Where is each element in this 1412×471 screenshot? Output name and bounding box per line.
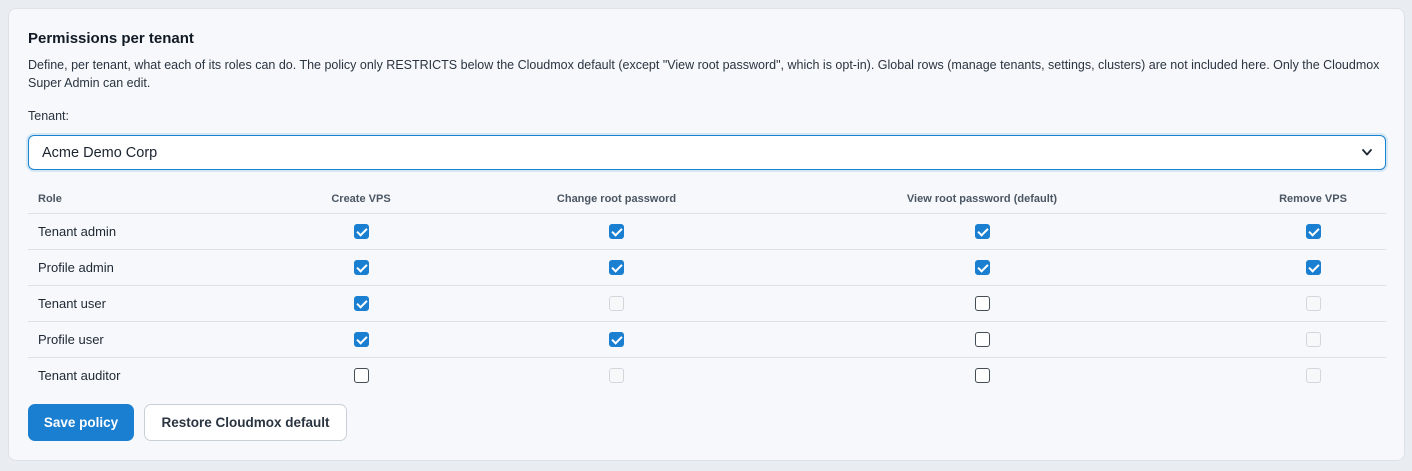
tenant-label: Tenant: — [28, 109, 70, 123]
create-vps-checkbox[interactable] — [353, 260, 369, 276]
change-root-password-checkbox[interactable] — [609, 332, 624, 348]
role-name: Tenant admin — [28, 213, 213, 250]
permissions-card: Permissions per tenant Define, per tenan… — [8, 8, 1405, 461]
table-row: Profile user — [28, 321, 1386, 358]
tenant-select-value: Acme Demo Corp — [42, 144, 158, 161]
tenant-select[interactable]: Acme Demo Corp — [28, 135, 1386, 170]
header-view-root-password: View root password (default) — [724, 186, 1240, 214]
table-row: Tenant admin — [28, 213, 1386, 250]
remove-vps-checkbox[interactable] — [1305, 260, 1321, 276]
role-name: Tenant auditor — [38, 367, 121, 383]
create-vps-checkbox[interactable] — [353, 332, 369, 348]
create-vps-checkbox[interactable] — [353, 224, 369, 240]
change-root-password-checkbox — [609, 368, 624, 384]
page-title: Permissions per tenant — [28, 30, 194, 47]
change-root-password-checkbox — [609, 296, 624, 312]
chevron-down-icon — [1362, 148, 1372, 158]
remove-vps-checkbox — [1305, 332, 1321, 348]
change-root-password-checkbox[interactable] — [609, 260, 624, 276]
view-root-password-checkbox[interactable] — [974, 332, 990, 348]
restore-default-button[interactable]: Restore Cloudmox default — [144, 404, 347, 441]
header-change-root-password: Change root password — [509, 186, 724, 214]
remove-vps-checkbox — [1305, 368, 1321, 384]
header-role: Role — [28, 186, 213, 214]
page-description: Define, per tenant, what each of its rol… — [28, 58, 1380, 90]
change-root-password-checkbox[interactable] — [609, 224, 624, 240]
view-root-password-checkbox[interactable] — [974, 260, 990, 276]
header-remove-vps: Remove VPS — [1240, 186, 1386, 214]
role-name: Profile admin — [28, 249, 213, 286]
permissions-table: Role Create VPS Change root password Vie… — [28, 186, 1386, 393]
table-row: Profile admin — [28, 249, 1386, 286]
role-name: Tenant user — [28, 285, 213, 322]
view-root-password-checkbox[interactable] — [974, 368, 990, 384]
table-header-row: Role Create VPS Change root password Vie… — [28, 186, 1386, 214]
remove-vps-checkbox[interactable] — [1305, 224, 1321, 240]
remove-vps-checkbox — [1305, 296, 1321, 312]
save-policy-button[interactable]: Save policy — [28, 404, 134, 441]
role-name: Profile user — [28, 321, 213, 358]
header-create-vps: Create VPS — [213, 186, 509, 214]
view-root-password-checkbox[interactable] — [974, 296, 990, 312]
create-vps-checkbox[interactable] — [353, 368, 369, 384]
create-vps-checkbox[interactable] — [353, 296, 369, 312]
table-row: Tenant auditor — [28, 357, 1386, 393]
table-row: Tenant user — [28, 285, 1386, 322]
view-root-password-checkbox[interactable] — [974, 224, 990, 240]
